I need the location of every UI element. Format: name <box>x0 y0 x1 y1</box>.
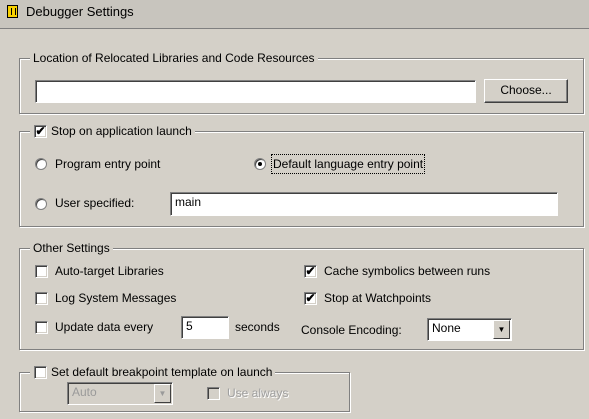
use-always-checkbox[interactable] <box>207 387 220 400</box>
stop-on-launch-label: Stop on application launch <box>51 124 192 138</box>
auto-target-checkbox[interactable] <box>35 265 48 278</box>
cache-symbolics-checkbox[interactable]: ✔ <box>304 265 317 278</box>
debugger-icon <box>7 5 18 18</box>
seconds-label: seconds <box>235 320 280 334</box>
template-chevron-down-icon[interactable]: ▼ <box>154 384 171 403</box>
other-settings-legend: Other Settings <box>30 241 113 255</box>
log-messages-checkbox[interactable] <box>35 292 48 305</box>
user-specified-label: User specified: <box>55 196 135 210</box>
window-title: Debugger Settings <box>26 4 134 19</box>
stop-on-launch-checkbox[interactable]: ✔ <box>34 125 47 138</box>
update-data-label: Update data every <box>55 320 154 334</box>
default-breakpoint-checkbox[interactable] <box>34 366 47 379</box>
window-header: Debugger Settings <box>0 0 589 29</box>
default-language-label: Default language entry point <box>270 154 426 174</box>
stop-watchpoints-label: Stop at Watchpoints <box>324 291 431 305</box>
library-path-input[interactable] <box>35 80 476 103</box>
breakpoint-group-legend: Set default breakpoint template on launc… <box>30 365 276 379</box>
update-data-checkbox[interactable] <box>35 321 48 334</box>
update-interval-input[interactable]: 5 <box>181 316 229 339</box>
chevron-down-icon[interactable]: ▼ <box>493 320 510 339</box>
user-specified-radio[interactable] <box>35 198 47 210</box>
user-specified-input[interactable]: main <box>170 192 558 216</box>
program-entry-label: Program entry point <box>55 157 161 171</box>
use-always-label: Use always <box>227 386 289 400</box>
console-encoding-label: Console Encoding: <box>301 323 402 337</box>
log-messages-label: Log System Messages <box>55 291 177 305</box>
default-breakpoint-label: Set default breakpoint template on launc… <box>51 365 273 379</box>
auto-target-label: Auto-target Libraries <box>55 264 164 278</box>
launch-group-legend: ✔ Stop on application launch <box>30 124 195 138</box>
program-entry-radio[interactable] <box>35 158 47 170</box>
location-group-legend: Location of Relocated Libraries and Code… <box>30 51 318 65</box>
choose-button[interactable]: Choose... <box>484 79 568 103</box>
cache-symbolics-label: Cache symbolics between runs <box>324 264 491 278</box>
stop-watchpoints-checkbox[interactable]: ✔ <box>304 292 317 305</box>
default-language-radio[interactable] <box>254 158 266 170</box>
